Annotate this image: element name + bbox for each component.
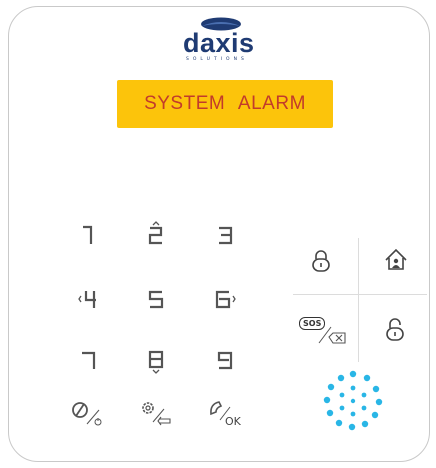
lcd-text: SYSTEM ALARM (144, 93, 306, 114)
key-3[interactable] (206, 218, 246, 252)
phone-icon: OK (210, 401, 242, 428)
gear-icon (142, 402, 171, 426)
key-7[interactable] (69, 343, 109, 377)
key-5[interactable] (137, 282, 177, 316)
digit-5-icon (148, 290, 164, 309)
quick-divider-horizontal (293, 294, 427, 295)
digit-4-icon (78, 291, 96, 308)
brand-subtitle: SOLUTIONS (186, 57, 248, 62)
key-6[interactable] (206, 282, 246, 316)
digit-3-icon (219, 226, 233, 245)
microphone-dots-icon (323, 370, 383, 431)
digit-1-icon (83, 225, 93, 244)
key-8[interactable] (137, 343, 177, 377)
key-4[interactable] (69, 282, 109, 316)
arm-away-button[interactable] (299, 241, 343, 281)
ok-label: OK (225, 415, 242, 428)
brand-name: daxis (183, 28, 255, 58)
unlock-icon (386, 318, 404, 341)
arm-home-button[interactable] (374, 240, 418, 280)
power-icon (72, 402, 102, 426)
home-icon (385, 248, 407, 270)
key-9[interactable] (206, 343, 246, 377)
settings-back-key[interactable] (137, 396, 177, 430)
digit-8-icon (148, 350, 164, 374)
digit-9-icon (217, 351, 233, 370)
digit-2-icon (148, 221, 163, 245)
power-key[interactable] (69, 396, 109, 430)
disarm-button[interactable] (373, 310, 417, 350)
key-2[interactable] (137, 218, 177, 252)
digit-7-icon (82, 351, 96, 369)
key-1[interactable] (69, 218, 109, 252)
call-ok-key[interactable]: OK (206, 396, 246, 430)
sos-delete-button[interactable]: SOS (297, 312, 351, 352)
digit-6-icon (215, 290, 236, 309)
delete-backspace-icon (318, 326, 346, 344)
lock-icon (312, 250, 330, 272)
quick-divider-vertical (358, 238, 359, 362)
lcd-display: SYSTEM ALARM (117, 80, 333, 128)
